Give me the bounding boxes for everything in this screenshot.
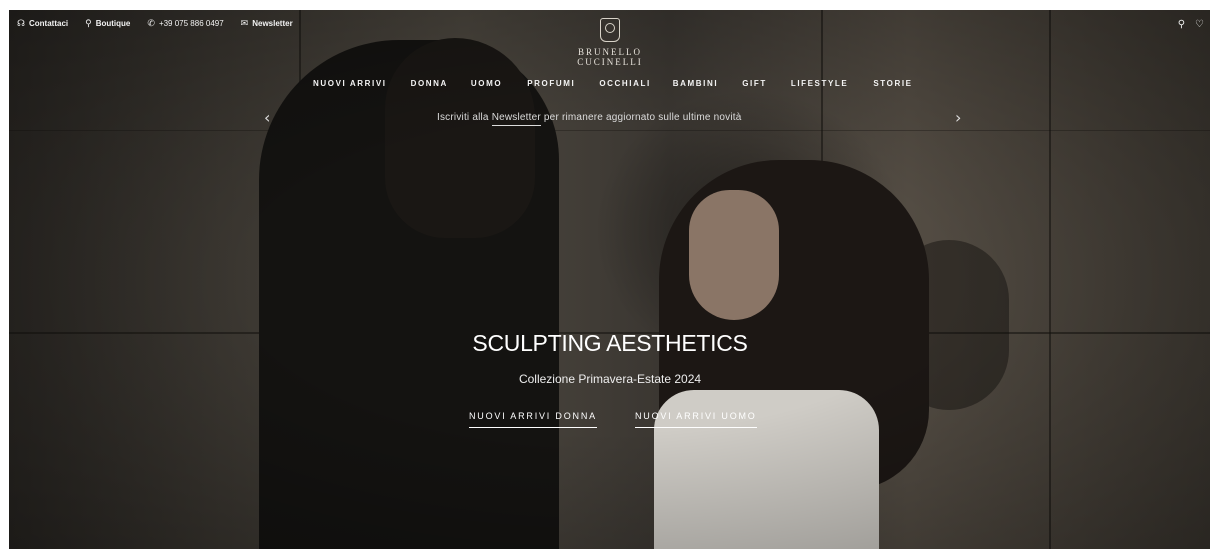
search-icon[interactable]: ⚲ bbox=[1178, 19, 1185, 30]
boutique-label: Boutique bbox=[95, 19, 131, 28]
promo-text-before: Iscriviti alla bbox=[437, 112, 492, 123]
newsletter-label: Newsletter bbox=[252, 19, 293, 28]
vignette bbox=[9, 10, 1210, 549]
location-pin-icon: ⚲ bbox=[85, 18, 92, 28]
envelope-icon: ✉ bbox=[240, 18, 249, 28]
newsletter-promo: Iscriviti alla Newsletter per rimanere a… bbox=[437, 112, 742, 126]
hero-background: ☊ Contattaci ⚲ Boutique ✆ +39 075 886 04… bbox=[9, 10, 1210, 549]
nav-item-gift[interactable]: GIFT bbox=[742, 79, 767, 88]
nav-item-donna[interactable]: DONNA bbox=[411, 79, 448, 88]
contact-label: Contattaci bbox=[29, 19, 69, 28]
cta-nuovi-arrivi-donna[interactable]: NUOVI ARRIVI DONNA bbox=[469, 411, 597, 428]
nav-item-occhiali[interactable]: OCCHIALI bbox=[599, 79, 650, 88]
phone-icon: ✆ bbox=[147, 18, 155, 28]
crest-icon bbox=[600, 18, 620, 42]
chevron-right-icon[interactable]: › bbox=[955, 108, 961, 127]
header-actions: ⚲ ♡ bbox=[1178, 19, 1204, 30]
nav-item-bambini[interactable]: BAMBINI bbox=[673, 79, 718, 88]
phone-label: +39 075 886 0497 bbox=[158, 19, 224, 28]
hero-subtitle: Collezione Primavera-Estate 2024 bbox=[518, 372, 702, 386]
brand-logo[interactable]: BRUNELLO CUCINELLI bbox=[545, 18, 675, 67]
heart-icon[interactable]: ♡ bbox=[1195, 19, 1204, 30]
nav-item-profumi[interactable]: PROFUMI bbox=[527, 79, 575, 88]
promo-text-after: per rimanere aggiornato sulle ultime nov… bbox=[540, 112, 742, 123]
boutique-link[interactable]: ⚲ Boutique bbox=[85, 18, 130, 29]
hero-title: SCULPTING AESTHETICS bbox=[472, 330, 748, 356]
nav-item-lifestyle[interactable]: LIFESTYLE bbox=[791, 79, 849, 88]
newsletter-link[interactable]: ✉ Newsletter bbox=[241, 18, 293, 29]
promo-newsletter-link[interactable]: Newsletter bbox=[491, 112, 541, 126]
headset-icon: ☊ bbox=[17, 18, 25, 28]
phone-link[interactable]: ✆ +39 075 886 0497 bbox=[147, 18, 223, 29]
nav-item-nuovi-arrivi[interactable]: NUOVI ARRIVI bbox=[313, 79, 387, 88]
contact-link[interactable]: ☊ Contattaci bbox=[17, 18, 68, 29]
utility-bar: ☊ Contattaci ⚲ Boutique ✆ +39 075 886 04… bbox=[17, 18, 293, 29]
main-nav: NUOVI ARRIVI DONNA UOMO PROFUMI OCCHIALI… bbox=[313, 79, 913, 88]
chevron-left-icon[interactable]: ‹ bbox=[264, 108, 270, 127]
nav-item-storie[interactable]: STORIE bbox=[873, 79, 912, 88]
cta-nuovi-arrivi-uomo[interactable]: NUOVI ARRIVI UOMO bbox=[635, 411, 757, 428]
brand-name: BRUNELLO CUCINELLI bbox=[577, 47, 643, 67]
nav-item-uomo[interactable]: UOMO bbox=[471, 79, 502, 88]
